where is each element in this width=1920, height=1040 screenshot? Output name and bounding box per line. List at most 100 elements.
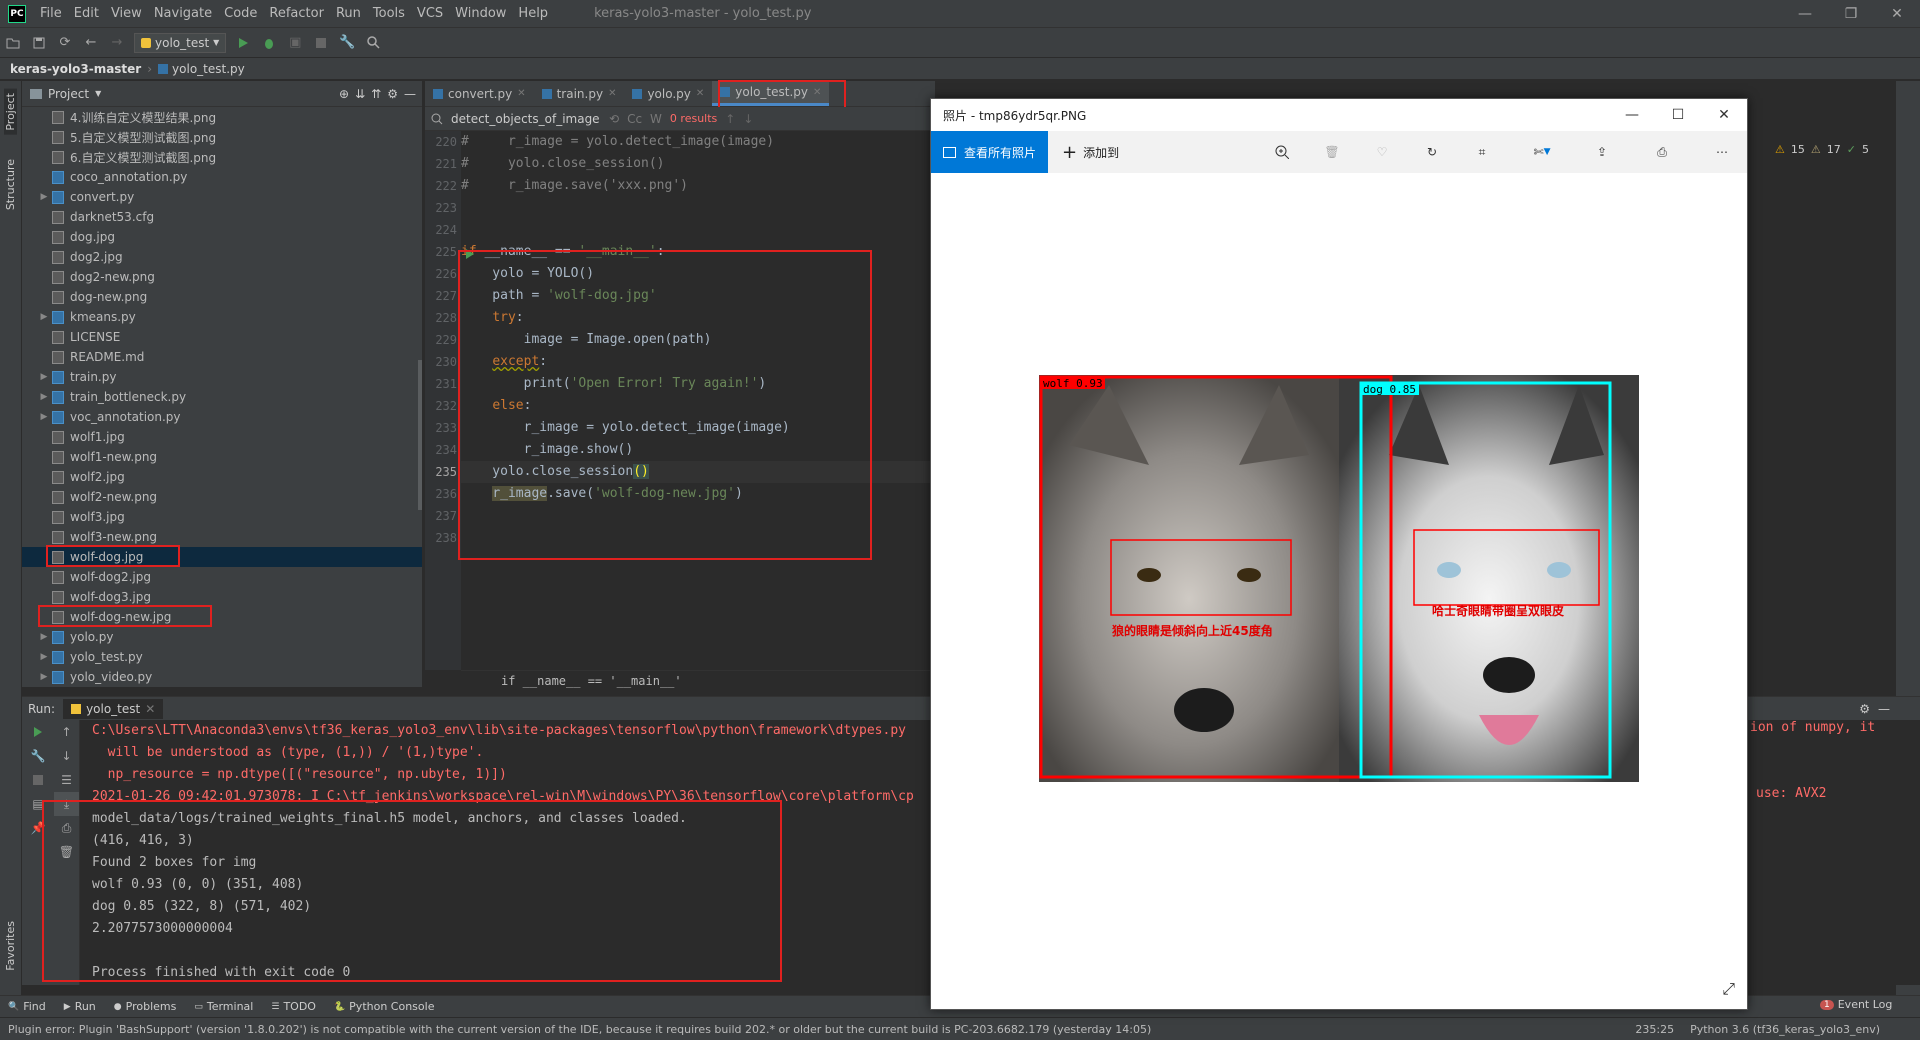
tree-item[interactable]: wolf3-new.png — [22, 527, 422, 547]
tree-item[interactable]: wolf1-new.png — [22, 447, 422, 467]
project-scrollbar[interactable] — [418, 360, 422, 510]
event-log-button[interactable]: 1 Event Log — [1820, 998, 1892, 1011]
expand-all-icon[interactable]: ⇊ — [355, 87, 365, 101]
locate-icon[interactable]: ⊕ — [339, 87, 349, 101]
menu-run[interactable]: Run — [330, 6, 367, 21]
inspection-widget[interactable]: ⚠ 15 ⚠ 17 ✓ 5 — [1775, 143, 1869, 156]
tool-tab-python-console[interactable]: 🐍 Python Console — [334, 1000, 435, 1013]
tree-item[interactable]: 6.自定义模型测试截图.png — [22, 147, 422, 167]
project-tool-tab[interactable]: Project — [4, 89, 17, 135]
tool-tab-problems[interactable]: ● Problems — [114, 1000, 177, 1013]
debug-icon[interactable] — [256, 32, 282, 54]
gear-icon[interactable]: ⚙ — [387, 87, 398, 101]
tab-convert-py[interactable]: convert.py ✕ — [425, 81, 534, 106]
arrow-up-icon[interactable]: ↑ — [725, 112, 735, 126]
menu-view[interactable]: View — [105, 6, 148, 21]
wrench-icon[interactable]: 🔧 — [22, 744, 54, 768]
tree-item[interactable]: ▶ yolo_test.py — [22, 647, 422, 667]
run-icon[interactable] — [230, 32, 256, 54]
photos-minimize-button[interactable]: — — [1609, 107, 1655, 123]
open-folder-icon[interactable] — [0, 32, 26, 54]
tree-expand-icon[interactable]: ▶ — [36, 192, 52, 202]
tree-item[interactable]: wolf3.jpg — [22, 507, 422, 527]
close-tab-icon[interactable]: ✕ — [517, 88, 525, 99]
delete-icon[interactable]: 🗑 — [1307, 145, 1357, 159]
tree-expand-icon[interactable]: ▶ — [36, 412, 52, 422]
menu-edit[interactable]: Edit — [68, 6, 105, 21]
chevron-down-icon[interactable]: ▼ — [95, 89, 101, 98]
menu-navigate[interactable]: Navigate — [148, 6, 218, 21]
match-case-toggle[interactable]: Cc — [627, 112, 642, 126]
tree-item[interactable]: ▶ kmeans.py — [22, 307, 422, 327]
minimize-button[interactable]: — — [1782, 6, 1828, 22]
favorites-tool-tab[interactable]: Favorites — [4, 921, 17, 971]
favorite-icon[interactable]: ♡ — [1357, 145, 1407, 159]
breadcrumb-project[interactable]: keras-yolo3-master — [10, 62, 141, 76]
more-icon[interactable]: ⋯ — [1697, 145, 1747, 159]
tree-item[interactable]: ▶ voc_annotation.py — [22, 407, 422, 427]
menu-tools[interactable]: Tools — [367, 6, 411, 21]
crop-icon[interactable]: ⌗ — [1457, 145, 1507, 160]
tree-item[interactable]: LICENSE — [22, 327, 422, 347]
close-tab-icon[interactable]: ✕ — [608, 88, 616, 99]
words-toggle[interactable]: W — [650, 112, 662, 126]
photos-maximize-button[interactable]: ☐ — [1655, 107, 1701, 123]
add-to-button[interactable]: + 添加到 — [1062, 142, 1119, 163]
tree-item[interactable]: wolf1.jpg — [22, 427, 422, 447]
project-view-select[interactable]: Project — [48, 87, 89, 101]
save-icon[interactable] — [26, 32, 52, 54]
tree-item[interactable]: wolf-dog2.jpg — [22, 567, 422, 587]
tab-yolo-py[interactable]: yolo.py ✕ — [624, 81, 712, 106]
coverage-icon[interactable]: ▣ — [282, 32, 308, 54]
tree-item[interactable]: dog.jpg — [22, 227, 422, 247]
tree-item[interactable]: 4.训练自定义模型结果.png — [22, 107, 422, 127]
share-icon[interactable]: ⇪ — [1577, 145, 1627, 159]
close-tab-icon[interactable]: ✕ — [696, 88, 704, 99]
tree-item[interactable]: ▶ train_bottleneck.py — [22, 387, 422, 407]
tree-item[interactable]: dog2-new.png — [22, 267, 422, 287]
tree-expand-icon[interactable]: ▶ — [36, 392, 52, 402]
tree-item[interactable]: ▶ train.py — [22, 367, 422, 387]
back-icon[interactable]: ← — [78, 32, 104, 54]
status-message[interactable]: Plugin error: Plugin 'BashSupport' (vers… — [8, 1023, 1151, 1036]
tree-item[interactable]: dog2.jpg — [22, 247, 422, 267]
zoom-icon[interactable] — [1257, 145, 1307, 159]
tree-expand-icon[interactable]: ▶ — [36, 312, 52, 322]
restore-button[interactable]: ❐ — [1828, 6, 1874, 22]
menu-vcs[interactable]: VCS — [411, 6, 449, 21]
rerun-icon[interactable] — [22, 720, 54, 744]
gear-icon[interactable]: ⚙ — [1859, 702, 1870, 716]
close-icon[interactable]: ✕ — [145, 702, 155, 716]
print-icon[interactable]: ⎙ — [1627, 145, 1697, 160]
arrow-down-icon[interactable]: ↓ — [54, 744, 79, 768]
hide-icon[interactable]: — — [1878, 702, 1890, 716]
arrow-down-icon[interactable]: ↓ — [743, 112, 753, 126]
caret-position[interactable]: 235:25 — [1635, 1023, 1674, 1036]
tool-tab-terminal[interactable]: ▭ Terminal — [194, 1000, 253, 1013]
menu-help[interactable]: Help — [512, 6, 554, 21]
tree-item[interactable]: darknet53.cfg — [22, 207, 422, 227]
menu-window[interactable]: Window — [449, 6, 512, 21]
fullscreen-icon[interactable]: ⤢ — [1722, 979, 1735, 999]
menu-file[interactable]: File — [34, 6, 68, 21]
sync-icon[interactable]: ⟳ — [52, 32, 78, 54]
menu-refactor[interactable]: Refactor — [263, 6, 330, 21]
tree-item[interactable]: coco_annotation.py — [22, 167, 422, 187]
interpreter-select[interactable]: Python 3.6 (tf36_keras_yolo3_env) — [1690, 1023, 1880, 1036]
tree-item[interactable]: ▶ yolo_video.py — [22, 667, 422, 687]
tool-tab-run[interactable]: ▶ Run — [64, 1000, 96, 1013]
close-window-button[interactable]: ✕ — [1874, 6, 1920, 22]
stop-icon[interactable] — [22, 768, 54, 792]
collapse-all-icon[interactable]: ⇈ — [371, 87, 381, 101]
view-all-photos-button[interactable]: 查看所有照片 — [931, 131, 1049, 173]
editor-breadcrumb[interactable]: if __name__ == '__main__' — [461, 670, 935, 690]
tree-expand-icon[interactable]: ▶ — [36, 632, 52, 642]
tree-item[interactable]: wolf2-new.png — [22, 487, 422, 507]
tree-expand-icon[interactable]: ▶ — [36, 372, 52, 382]
find-input[interactable]: detect_objects_of_image — [451, 112, 601, 126]
wrench-icon[interactable]: 🔧 — [334, 32, 360, 54]
structure-tool-tab[interactable]: Structure — [4, 159, 17, 210]
rotate-icon[interactable]: ↻ — [1407, 145, 1457, 159]
stop-icon[interactable] — [308, 32, 334, 54]
tree-expand-icon[interactable]: ▶ — [36, 652, 52, 662]
